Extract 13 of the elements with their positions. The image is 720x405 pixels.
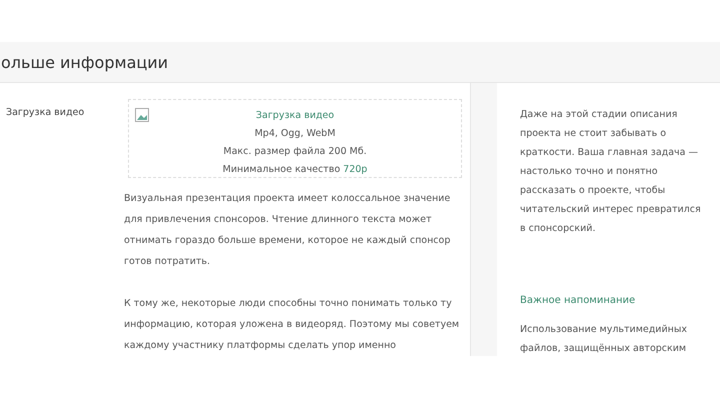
- field-label: Загрузка видео: [5, 107, 86, 120]
- reminder-text: Использование мультимедийных файлов, защищённых авторским: [520, 323, 688, 356]
- tip-text: Даже на этой стадии описания проекта не стоит забывать о краткости. Ваша главная задача — настолько точно и понятно рассказать о проекте, чтобы читательский интерес превратился в спонсорский.: [520, 108, 702, 236]
- video-upload-area[interactable]: Загрузка видео Mp4, Ogg, WebM Макс. размер файла 200 Мб. Минимальное качество 720p: [128, 99, 462, 178]
- upload-title: Загрузка видео: [256, 109, 334, 123]
- description-paragraph: К тому же, некоторые люди способны точно понимать только ту информацию, которая уложена в видеоряд. Поэтому мы советуем каждому участнику платформы сделать упор именно: [124, 297, 460, 353]
- upload-max-size: Макс. размер файла 200 Мб.: [223, 145, 367, 159]
- section-title: ольше информации: [1, 52, 168, 72]
- description-paragraph: Визуальная презентация проекта имеет колоссальное значение для привлечения спонсоров. Чтение длинного текста может отнимать гораздо больше времени, которое не каждый спонсор готов потратить.: [124, 192, 452, 269]
- broken-image-icon: [135, 108, 149, 122]
- upload-formats: Mp4, Ogg, WebM: [254, 127, 336, 141]
- upload-quality: Минимальное качество 720p: [222, 163, 368, 177]
- reminder-title: Важное напоминание: [520, 295, 636, 306]
